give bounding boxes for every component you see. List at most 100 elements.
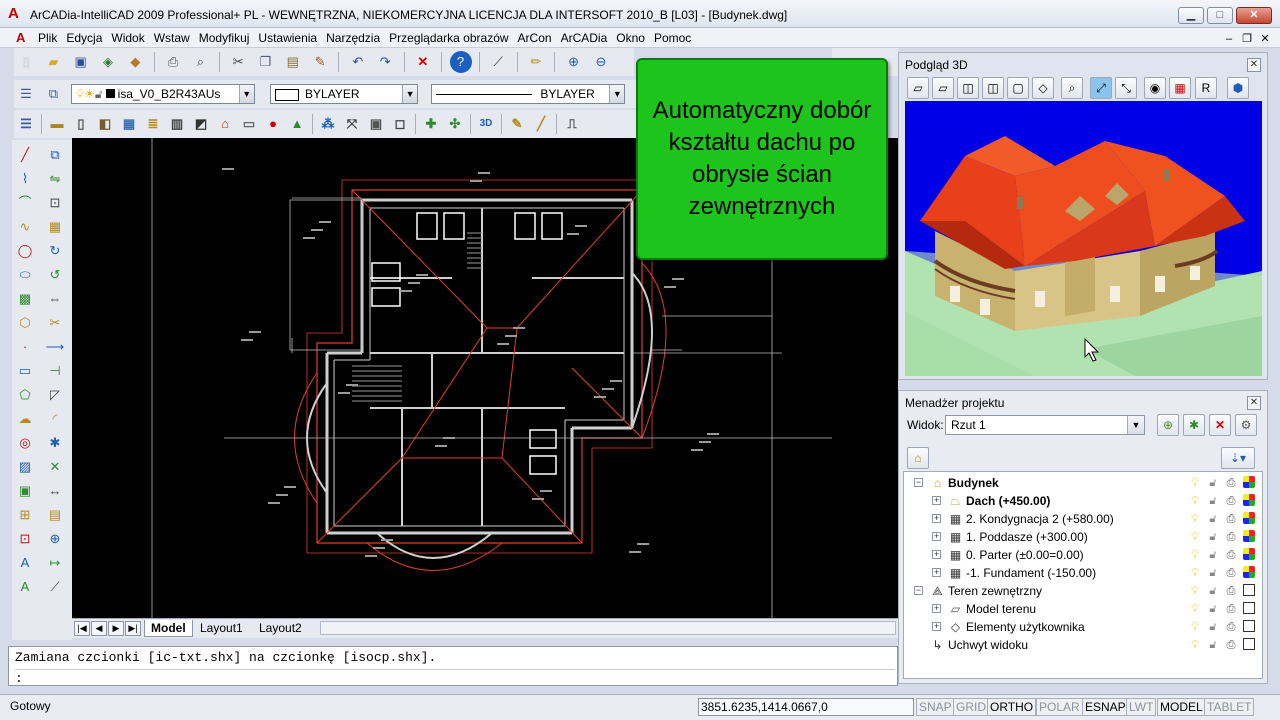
- block-tool-icon[interactable]: ▣: [14, 480, 36, 502]
- status-toggle-polar[interactable]: POLAR: [1036, 698, 1083, 716]
- cut-icon[interactable]: ✂: [227, 51, 249, 73]
- checkbox[interactable]: [1242, 638, 1256, 652]
- print-toggle-icon[interactable]: ⎙: [1224, 512, 1238, 526]
- color-grid-icon[interactable]: [1242, 476, 1256, 490]
- menu-item[interactable]: Modyfikuj: [199, 31, 257, 45]
- visibility-bulb-icon[interactable]: 💡︎: [1188, 620, 1202, 634]
- next-tab-icon[interactable]: ▶: [108, 621, 124, 636]
- expand-icon[interactable]: +: [932, 568, 941, 577]
- checkbox[interactable]: [1242, 620, 1256, 634]
- print-toggle-icon[interactable]: ⎙: [1224, 620, 1238, 634]
- visibility-bulb-icon[interactable]: 💡︎: [1188, 602, 1202, 616]
- view-top-icon[interactable]: ▢: [1007, 77, 1029, 99]
- offset-tool-icon[interactable]: ⊡: [44, 192, 66, 214]
- join-tool-icon[interactable]: ⊕: [44, 528, 66, 550]
- spline-tool-icon[interactable]: ∿: [14, 216, 36, 238]
- delete-view-icon[interactable]: ✕: [1209, 414, 1231, 436]
- prev-tab-icon[interactable]: ◀: [91, 621, 107, 636]
- view-front-icon[interactable]: ▱: [907, 77, 929, 99]
- render-button[interactable]: R: [1195, 77, 1217, 99]
- point-tool-icon[interactable]: ·: [14, 336, 36, 358]
- object-icon[interactable]: ●: [262, 113, 284, 135]
- view-back-icon[interactable]: ▱: [932, 77, 954, 99]
- erase-tool-icon[interactable]: ✕: [44, 456, 66, 478]
- lock-icon[interactable]: 🔓︎: [1206, 512, 1220, 526]
- align-tool-icon[interactable]: ▤: [44, 504, 66, 526]
- stairs-icon[interactable]: ≣: [142, 113, 164, 135]
- move-icon[interactable]: ✣: [444, 113, 466, 135]
- print-toggle-icon[interactable]: ⎙: [1224, 602, 1238, 616]
- menu-item[interactable]: Wstaw: [154, 31, 197, 45]
- close-icon[interactable]: ✕: [1247, 58, 1261, 72]
- polygon-tool-icon[interactable]: ⬠: [14, 384, 36, 406]
- text-tool-icon[interactable]: A: [14, 552, 36, 574]
- chamfer-tool-icon[interactable]: ◸: [44, 384, 66, 406]
- filter-menu-icon[interactable]: ⇣▾: [1221, 447, 1255, 469]
- print-toggle-icon[interactable]: ⎙: [1224, 638, 1238, 652]
- insert-tool-icon[interactable]: ⊞: [14, 504, 36, 526]
- copy-icon[interactable]: ❐: [254, 51, 276, 73]
- area-icon[interactable]: ▣: [365, 113, 387, 135]
- print-toggle-icon[interactable]: ⎙: [1224, 566, 1238, 580]
- tree-item[interactable]: + ▦ 1. Poddasze (+300.00) 💡︎ 🔓︎ ⎙: [904, 528, 1262, 546]
- collapse-icon[interactable]: −: [914, 586, 923, 595]
- elevation-icon[interactable]: ◻: [389, 113, 411, 135]
- status-toggle-snap[interactable]: SNAP: [916, 698, 955, 716]
- zoom-in-icon[interactable]: ⊕: [563, 51, 585, 73]
- save-icon[interactable]: ▣: [70, 51, 92, 73]
- measure-tool-icon[interactable]: ↔: [44, 480, 66, 502]
- collapse-icon[interactable]: −: [914, 478, 923, 487]
- tree-item[interactable]: + ▦ 0. Parter (±0.00=0.00) 💡︎ 🔓︎ ⎙: [904, 546, 1262, 564]
- tree-item[interactable]: − ⟁ Teren zewnętrzny 💡︎ 🔓︎ ⎙: [904, 582, 1262, 600]
- status-toggle-esnap[interactable]: ESNAP: [1082, 698, 1129, 716]
- tree-item[interactable]: ↳ Uchwyt widoku 💡︎ 🔓︎ ⎙: [904, 636, 1262, 654]
- menu-item[interactable]: Plik: [38, 31, 64, 45]
- color-select[interactable]: BYLAYER ▼: [270, 84, 419, 104]
- ellipse-tool-icon[interactable]: ⬭: [14, 264, 36, 286]
- mirror-tool-icon[interactable]: ⇋: [44, 168, 66, 190]
- maximize-button[interactable]: □: [1207, 7, 1233, 24]
- break-tool-icon[interactable]: ⊣: [44, 360, 66, 382]
- tab-layout2[interactable]: Layout2: [253, 620, 308, 637]
- menu-item[interactable]: Edycja: [66, 31, 109, 45]
- region-tool-icon[interactable]: ⬡: [14, 312, 36, 334]
- status-toggle-grid[interactable]: GRID: [953, 698, 989, 716]
- 3d-cube-icon[interactable]: ⬢: [1227, 77, 1249, 99]
- menu-item[interactable]: Pomoc: [654, 31, 698, 45]
- add-icon[interactable]: ✚: [420, 113, 442, 135]
- visibility-bulb-icon[interactable]: 💡︎: [1188, 584, 1202, 598]
- slab-icon[interactable]: ◩: [190, 113, 212, 135]
- terrain-icon[interactable]: ▲: [286, 113, 308, 135]
- lock-icon[interactable]: 🔓︎: [1206, 620, 1220, 634]
- linetype-select[interactable]: BYLAYER ▼: [431, 84, 626, 104]
- lock-icon[interactable]: 🔓︎: [1206, 566, 1220, 580]
- tab-model[interactable]: Model: [144, 620, 193, 637]
- circle-tool-icon[interactable]: ◯: [14, 240, 36, 262]
- doc-minimize-icon[interactable]: –: [1220, 33, 1238, 45]
- column-icon[interactable]: ▯: [70, 113, 92, 135]
- delete-icon[interactable]: ✕: [412, 51, 434, 73]
- export-icon[interactable]: ◆: [124, 51, 146, 73]
- expand-icon[interactable]: +: [932, 604, 941, 613]
- layer-select[interactable]: 💡︎☀🔓︎ isa_V0_B2R43AUs ▼: [70, 84, 255, 104]
- tree-item[interactable]: + ⏢ Dach (+450.00) 💡︎ 🔓︎ ⎙: [904, 492, 1262, 510]
- visibility-bulb-icon[interactable]: 💡︎: [1188, 530, 1202, 544]
- first-tab-icon[interactable]: |◀: [74, 621, 90, 636]
- print-toggle-icon[interactable]: ⎙: [1224, 548, 1238, 562]
- properties-icon[interactable]: ⚙: [1235, 414, 1257, 436]
- print-toggle-icon[interactable]: ⎙: [1224, 476, 1238, 490]
- wipeout-tool-icon[interactable]: ▨: [14, 456, 36, 478]
- lock-icon[interactable]: 🔓︎: [1206, 584, 1220, 598]
- status-toggle-ortho[interactable]: ORTHO: [987, 698, 1037, 716]
- print-preview-icon[interactable]: ⌕: [189, 51, 211, 73]
- open-file-icon[interactable]: ▰: [42, 51, 64, 73]
- visibility-bulb-icon[interactable]: 💡︎: [1188, 476, 1202, 490]
- menu-item[interactable]: Przeglądarka obrazów: [389, 31, 515, 45]
- menu-item[interactable]: ArCADia: [561, 31, 615, 45]
- array-tool-icon[interactable]: ▦: [44, 216, 66, 238]
- last-tab-icon[interactable]: ▶|: [125, 621, 141, 636]
- fillet-tool-icon[interactable]: ◜: [44, 408, 66, 430]
- copy-tool-icon[interactable]: ⧉: [44, 144, 66, 166]
- trim-tool-icon[interactable]: ✂: [44, 312, 66, 334]
- paste-icon[interactable]: ▤: [282, 51, 304, 73]
